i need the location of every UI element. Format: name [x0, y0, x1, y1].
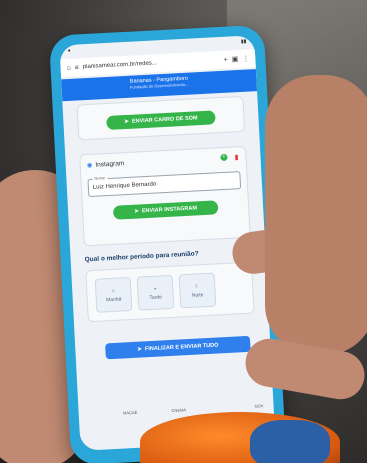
menu-icon[interactable]: ⋮: [242, 54, 249, 62]
car-sound-card: ➤ ENVIAR CARRO DE SOM: [76, 95, 246, 141]
url-text[interactable]: planisamear.com.br/redes...: [83, 57, 220, 70]
instagram-heading: ◉ Instagram: [86, 159, 125, 170]
status-time: ●: [67, 47, 71, 54]
sun-icon: ☼: [110, 287, 116, 294]
logo-gov: GOV: [254, 402, 264, 409]
right-hand: [265, 75, 367, 355]
period-night[interactable]: ☾ Noite: [178, 272, 217, 309]
send-instagram-label: ENVIAR INSTAGRAM: [141, 205, 198, 215]
logo-cnema: CNEMA: [171, 406, 187, 413]
blue-fabric: [250, 420, 330, 463]
name-field[interactable]: Nome Luiz Henrique Bernardo: [87, 171, 242, 198]
lock-icon: ≡: [74, 63, 80, 72]
camera-icon: ◉: [86, 161, 93, 170]
plus-icon[interactable]: +: [223, 56, 227, 63]
finish-send-label: FINALIZAR E ENVIAR TUDO: [144, 342, 219, 353]
meeting-question: Qual o melhor período para reunião?: [84, 250, 199, 264]
send-icon: ➤: [124, 118, 130, 126]
moon-icon: ☾: [194, 282, 200, 290]
name-field-label: Nome: [92, 175, 108, 181]
send-icon: ➤: [137, 346, 143, 353]
sunset-icon: ◒: [153, 285, 157, 292]
instagram-card: ◉ Instagram + ▮ Nome Luiz Henrique Berna…: [79, 145, 251, 247]
send-car-sound-label: ENVIAR CARRO DE SOM: [131, 115, 198, 125]
period-afternoon-label: Tarde: [149, 293, 163, 301]
finish-send-button[interactable]: ➤ FINALIZAR E ENVIAR TUDO: [105, 335, 251, 360]
period-morning[interactable]: ☼ Manhã: [94, 276, 133, 313]
tabs-icon[interactable]: ▣: [232, 55, 239, 63]
name-field-value: Luiz Henrique Bernardo: [92, 181, 157, 191]
home-icon[interactable]: ⌂: [66, 64, 71, 71]
add-icon[interactable]: +: [220, 153, 228, 162]
period-card: ☼ Manhã ◒ Tarde ☾ Noite: [85, 261, 255, 323]
logo-macae: MACAÉ: [122, 409, 138, 416]
send-car-sound-button[interactable]: ➤ ENVIAR CARRO DE SOM: [106, 110, 216, 131]
delete-icon[interactable]: ▮: [234, 153, 238, 161]
send-icon: ➤: [134, 208, 140, 215]
period-night-label: Noite: [191, 291, 204, 299]
instagram-title: Instagram: [95, 159, 125, 169]
send-instagram-button[interactable]: ➤ ENVIAR INSTAGRAM: [112, 200, 219, 220]
status-icons: ▮▮: [240, 38, 247, 45]
photo-scene: ● ▮▮ ⌂ ≡ planisamear.com.br/redes... + ▣…: [0, 0, 367, 463]
period-morning-label: Manhã: [105, 295, 122, 303]
period-afternoon[interactable]: ◒ Tarde: [136, 274, 175, 311]
